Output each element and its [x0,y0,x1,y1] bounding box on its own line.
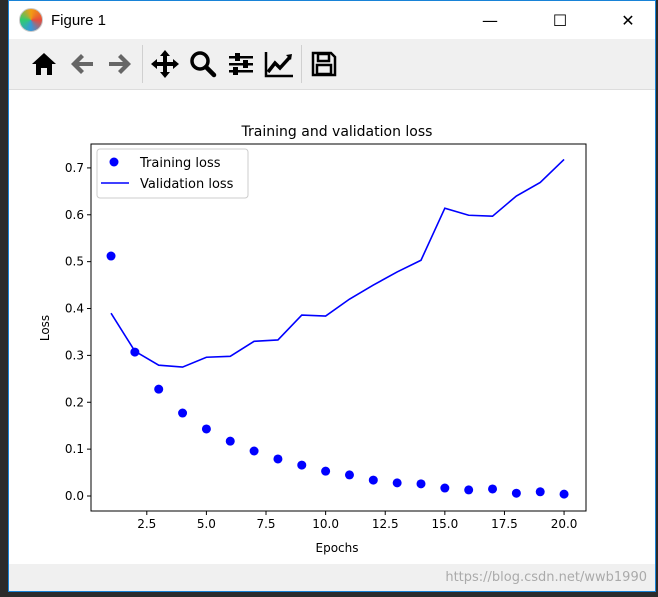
window-title: Figure 1 [51,11,107,29]
x-tick-label: 2.5 [137,517,156,531]
chart: Training and validation loss Epochs Loss… [38,124,587,555]
training-loss-point [488,484,498,494]
training-loss-point [225,436,235,446]
training-loss-point [344,470,354,480]
x-tick-label: 10.0 [312,517,339,531]
toolbar-separator [142,45,143,83]
figure-window: Figure 1 — ☐ ✕ Training and validation l… [8,0,656,592]
x-tick-label: 15.0 [431,517,458,531]
legend: Training loss Validation loss [96,148,249,199]
zoom-icon[interactable] [184,45,222,83]
training-loss-point [249,446,259,456]
y-tick-label: 0.1 [65,442,84,456]
close-button[interactable]: ✕ [605,1,651,39]
watermark: https://blog.csdn.net/wwb1990 [445,570,647,585]
toolbar-separator [301,45,302,83]
y-axis-label: Loss [38,315,52,341]
save-icon[interactable] [305,45,343,83]
training-loss-point [511,488,521,498]
y-tick-label: 0.7 [65,161,84,175]
legend-label-training: Training loss [139,156,221,171]
y-tick-label: 0.3 [65,348,84,362]
y-tick-label: 0.6 [65,208,84,222]
home-icon[interactable] [25,45,63,83]
configure-subplots-icon[interactable] [222,45,260,83]
back-icon[interactable] [63,45,101,83]
training-loss-point [440,483,450,493]
navigation-toolbar [9,39,655,90]
training-loss-point [535,487,545,497]
minimize-button[interactable]: — [467,1,513,39]
chart-title: Training and validation loss [241,124,433,140]
figure-canvas[interactable]: Training and validation loss Epochs Loss… [9,90,655,564]
training-loss-point [368,475,378,485]
training-loss-point [392,478,402,488]
x-axis-label: Epochs [316,541,359,555]
training-loss-point [464,485,474,495]
x-tick-label: 12.5 [372,517,399,531]
training-loss-point [416,479,426,489]
y-tick-label: 0.2 [65,395,84,409]
training-loss-point [201,424,211,434]
matplotlib-logo-icon [19,8,43,32]
training-loss-point [178,408,188,418]
forward-icon[interactable] [101,45,139,83]
x-tick-label: 7.5 [256,517,275,531]
x-tick-label: 5.0 [197,517,216,531]
training-loss-point [559,489,569,499]
legend-marker-training [109,157,119,167]
training-loss-point [321,466,331,476]
training-loss-point [154,384,164,394]
training-loss-point [297,460,307,470]
x-tick-label: 17.5 [491,517,518,531]
y-tick-label: 0.5 [65,255,84,269]
y-tick-label: 0.0 [65,489,84,503]
y-tick-label: 0.4 [65,302,84,316]
pan-icon[interactable] [146,45,184,83]
edit-axis-icon[interactable] [260,45,298,83]
title-bar: Figure 1 — ☐ ✕ [9,1,655,39]
x-tick-label: 20.0 [551,517,578,531]
legend-label-validation: Validation loss [140,177,234,192]
maximize-button[interactable]: ☐ [537,1,583,39]
training-loss-point [273,454,283,464]
training-loss-point [130,347,140,357]
training-loss-point [106,251,116,261]
status-bar: https://blog.csdn.net/wwb1990 [9,564,655,591]
